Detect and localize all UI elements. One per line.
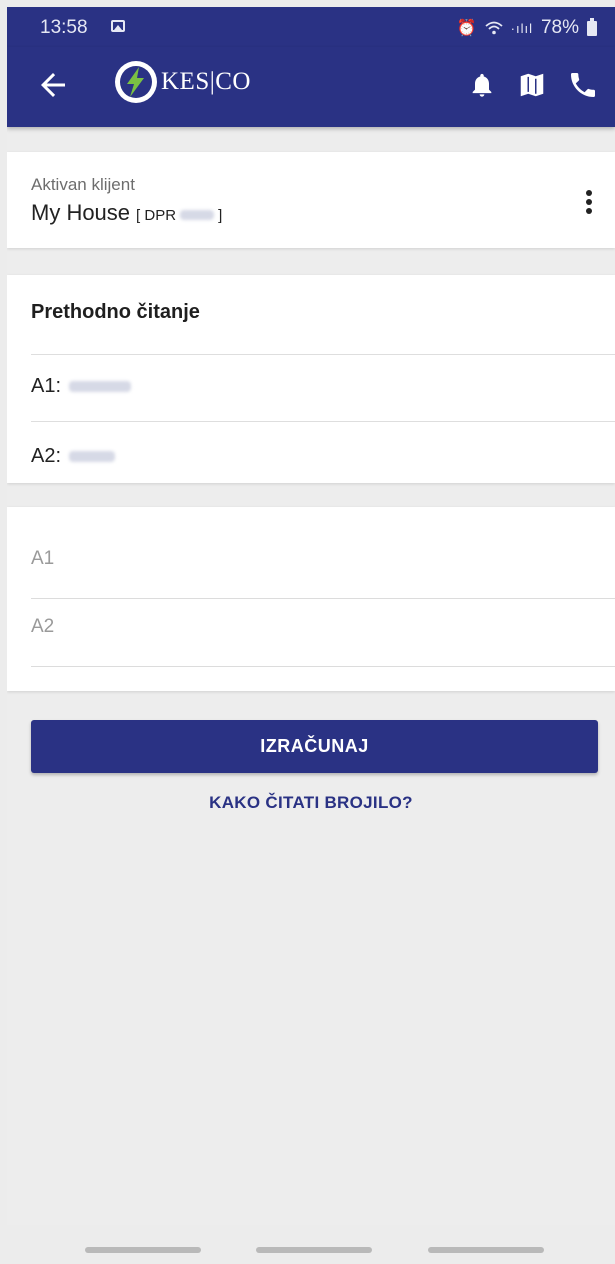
client-code-redacted [180,210,215,220]
active-client-card[interactable]: Aktivan klijent My House [ DPR ] [7,152,615,248]
how-to-read-meter-link[interactable]: KAKO ČITATI BROJILO? [7,793,615,813]
a2-underline [31,666,615,667]
active-client-name: My House [ DPR ] [31,200,222,226]
logo-text: KES|CO [161,68,251,95]
reading-value-a1-redacted [69,381,132,392]
kesco-logo: KES|CO [115,61,251,103]
a1-input[interactable] [31,539,615,579]
battery-percent: 78% [540,17,579,38]
nav-recents-button[interactable] [85,1247,201,1253]
battery-icon [587,17,597,36]
more-options-icon[interactable] [585,190,593,218]
status-time: 13:58 [40,17,88,38]
divider [31,421,615,422]
wifi-icon [485,21,503,35]
gallery-notification-icon [111,20,125,32]
phone-icon[interactable] [567,69,599,101]
divider [31,354,615,355]
notifications-bell-icon[interactable] [468,69,496,101]
signal-icon: ·ılıl [510,20,533,36]
a1-underline [31,598,615,599]
logo-bolt-icon [115,61,157,103]
a2-input[interactable] [31,607,615,647]
client-code-prefix: [ DPR [136,207,177,224]
previous-reading-title: Prethodno čitanje [31,301,200,323]
reading-label-a2: A2: [31,445,62,467]
calculate-button[interactable]: IZRAČUNAJ [31,720,598,773]
status-bar: 13:58 ⏰ ·ılıl 78% [7,7,615,47]
new-reading-card [7,507,615,691]
previous-reading-card: Prethodno čitanje A1: A2: [7,275,615,483]
alarm-icon: ⏰ [456,20,477,37]
map-icon[interactable] [517,70,547,100]
nav-home-button[interactable] [256,1247,372,1253]
reading-row-a1: A1: [31,375,132,398]
active-client-label: Aktivan klijent [31,175,135,194]
reading-row-a2: A2: [31,445,116,468]
client-name-text: My House [31,200,131,225]
nav-back-button[interactable] [428,1247,544,1253]
client-code-suffix: ] [218,207,223,224]
back-arrow-icon[interactable] [35,67,71,103]
a2-field[interactable] [31,607,615,667]
reading-label-a1: A1: [31,375,62,397]
a1-field[interactable] [31,539,615,599]
reading-value-a2-redacted [69,451,116,462]
system-nav-bar [7,1225,615,1264]
status-indicators: ⏰ ·ılıl 78% [457,17,597,39]
app-bar: KES|CO [7,47,615,127]
app-screen: 13:58 ⏰ ·ılıl 78% KES|CO Aktivan klijent… [7,7,615,1264]
